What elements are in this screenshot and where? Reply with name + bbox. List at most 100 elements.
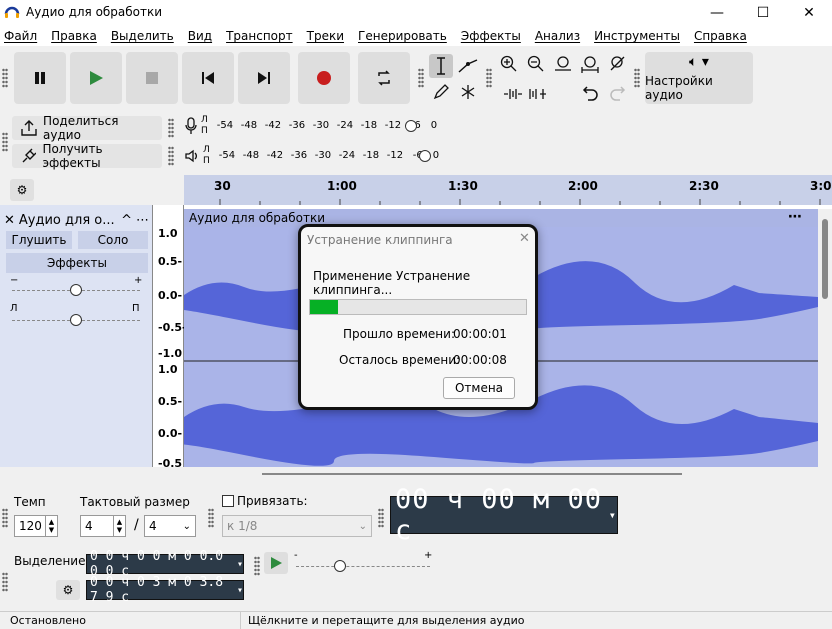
tempo-stepper[interactable]: ▲▼ [14, 515, 58, 537]
selection-start-time[interactable]: 0 0 ч 0 0 м 0 0.0 0 0 с ▾ [86, 549, 244, 579]
selection-end-time[interactable]: 0 0 ч 0 3 м 0 3.8 7 9 с ▾ [86, 575, 244, 605]
mute-button[interactable]: Глушить [6, 231, 72, 249]
trim-outside-button[interactable] [501, 82, 525, 106]
selection-settings-button[interactable]: ⚙ [56, 580, 80, 600]
menu-tracks[interactable]: Треки [307, 29, 344, 43]
chevron-down-icon[interactable]: ▾ [609, 508, 617, 522]
undo-icon [582, 86, 598, 101]
menu-file[interactable]: Файл [4, 29, 37, 43]
toolbar-grip[interactable] [378, 508, 384, 528]
pan-left-label: Л [10, 303, 18, 314]
playback-meter[interactable]: Л П -54 -48 -42 -36 -30 -24 -18 -12 -6 0 [184, 144, 439, 168]
toolbar-grip[interactable] [254, 556, 260, 576]
maximize-button[interactable]: ☐ [740, 0, 786, 26]
speed-slider[interactable] [334, 560, 346, 572]
time-sig-denominator-select[interactable]: 4 ⌄ [144, 515, 196, 537]
menu-tools[interactable]: Инструменты [594, 29, 680, 43]
status-right: Щёлкните и перетащите для выделения ауди… [248, 614, 525, 627]
audio-setup-label: Настройки аудио [645, 74, 713, 102]
silence-selection-button[interactable] [526, 82, 550, 106]
menu-help[interactable]: Справка [694, 29, 747, 43]
horizontal-scrollbar[interactable] [0, 467, 832, 480]
pan-slider[interactable] [70, 314, 82, 326]
zoom-out-button[interactable] [524, 52, 548, 76]
undo-button[interactable] [579, 80, 603, 104]
playback-level-slider[interactable] [418, 150, 431, 162]
dialog-close-icon[interactable]: ✕ [519, 231, 530, 246]
vertical-scrollbar[interactable] [818, 209, 832, 467]
fit-selection-button[interactable] [551, 52, 575, 76]
timeline-settings-button[interactable]: ⚙ [10, 179, 34, 201]
toolbar-grip[interactable] [2, 508, 8, 528]
zoom-toggle-button[interactable] [605, 52, 629, 76]
envelope-tool[interactable] [456, 54, 480, 78]
meter-tick: 0 [432, 150, 440, 161]
selection-tool[interactable] [429, 54, 453, 78]
track-name[interactable]: Аудио для о... [19, 213, 117, 228]
toolbar-grip[interactable] [634, 68, 640, 88]
record-button[interactable] [298, 52, 350, 104]
stop-button[interactable] [126, 52, 178, 104]
toolbar-grip[interactable] [168, 146, 174, 166]
multi-tool[interactable] [456, 80, 480, 104]
track-menu-icon[interactable]: ⋯ [136, 213, 149, 228]
stepper-arrows[interactable]: ▲ ▼ [45, 516, 57, 536]
cancel-button[interactable]: Отмена [443, 377, 515, 399]
draw-tool[interactable] [429, 80, 453, 104]
menu-view[interactable]: Вид [188, 29, 212, 43]
menu-generate[interactable]: Генерировать [358, 29, 447, 43]
collapse-track-icon[interactable]: ^ [121, 213, 132, 228]
toolbar-grip[interactable] [486, 68, 492, 88]
share-audio-button[interactable]: Поделиться аудио [12, 114, 162, 142]
play-at-speed-button[interactable] [264, 552, 288, 574]
timeline-minor-ticks [219, 199, 821, 205]
time-sig-numerator-stepper[interactable]: ▲▼ [80, 515, 126, 537]
track-effects-button[interactable]: Эффекты [6, 253, 148, 273]
zoom-in-button[interactable] [497, 52, 521, 76]
skip-to-start-button[interactable] [182, 52, 234, 104]
menu-transport[interactable]: Транспорт [226, 29, 293, 43]
chevron-down-icon[interactable]: ▾ [237, 585, 243, 596]
timeline-ruler[interactable]: 30 1:00 1:30 2:00 2:30 3:00 [184, 175, 832, 205]
toolbar-grip[interactable] [418, 68, 424, 88]
time-sig-numerator-input[interactable] [81, 516, 113, 536]
meter-tick: -42 [264, 120, 282, 131]
stepper-arrows[interactable]: ▲ ▼ [113, 516, 125, 536]
gain-slider[interactable] [70, 284, 82, 296]
toolbar-grip[interactable] [2, 68, 8, 88]
upload-icon [21, 120, 37, 136]
snap-checkbox[interactable] [222, 495, 234, 507]
solo-button[interactable]: Соло [78, 231, 148, 249]
silence-icon [529, 89, 546, 99]
time-display[interactable]: 00 ч 00 м 00 с ▾ [390, 484, 618, 546]
toolbar-grip[interactable] [2, 132, 8, 152]
loop-button[interactable] [358, 52, 410, 104]
pause-icon [35, 72, 45, 84]
record-meter[interactable]: Л П -54 -48 -42 -36 -30 -24 -18 -12 -6 0 [184, 114, 437, 138]
toolbar-grip[interactable] [168, 118, 174, 138]
snap-select[interactable]: к 1/8 ⌄ [222, 515, 372, 537]
menu-analyze[interactable]: Анализ [535, 29, 580, 43]
menu-edit[interactable]: Правка [51, 29, 97, 43]
close-track-icon[interactable]: ✕ [4, 213, 15, 228]
minimize-button[interactable]: — [694, 0, 740, 26]
toolbar-grip[interactable] [208, 508, 214, 528]
get-effects-button[interactable]: Получить эффекты [12, 142, 162, 170]
toolbar-grip[interactable] [2, 572, 8, 592]
chevron-down-icon[interactable]: ▾ [237, 559, 243, 570]
clip-menu-icon[interactable]: ⋯ [788, 209, 802, 225]
tempo-input[interactable] [15, 516, 45, 536]
skip-to-end-button[interactable] [238, 52, 290, 104]
fit-project-button[interactable] [578, 52, 602, 76]
menu-select[interactable]: Выделить [111, 29, 174, 43]
scrollbar-thumb[interactable] [822, 219, 828, 299]
play-button[interactable] [70, 52, 122, 104]
menu-effects[interactable]: Эффекты [461, 29, 521, 43]
close-button[interactable]: ✕ [786, 0, 832, 26]
snap-checkbox-row[interactable]: Привязать: [222, 494, 308, 508]
scrollbar-thumb[interactable] [262, 473, 682, 475]
pause-button[interactable] [14, 52, 66, 104]
audio-setup-button[interactable]: 🔈︎ ▾ Настройки аудио [645, 52, 753, 104]
record-level-slider[interactable] [404, 120, 417, 132]
redo-button[interactable] [605, 80, 629, 104]
